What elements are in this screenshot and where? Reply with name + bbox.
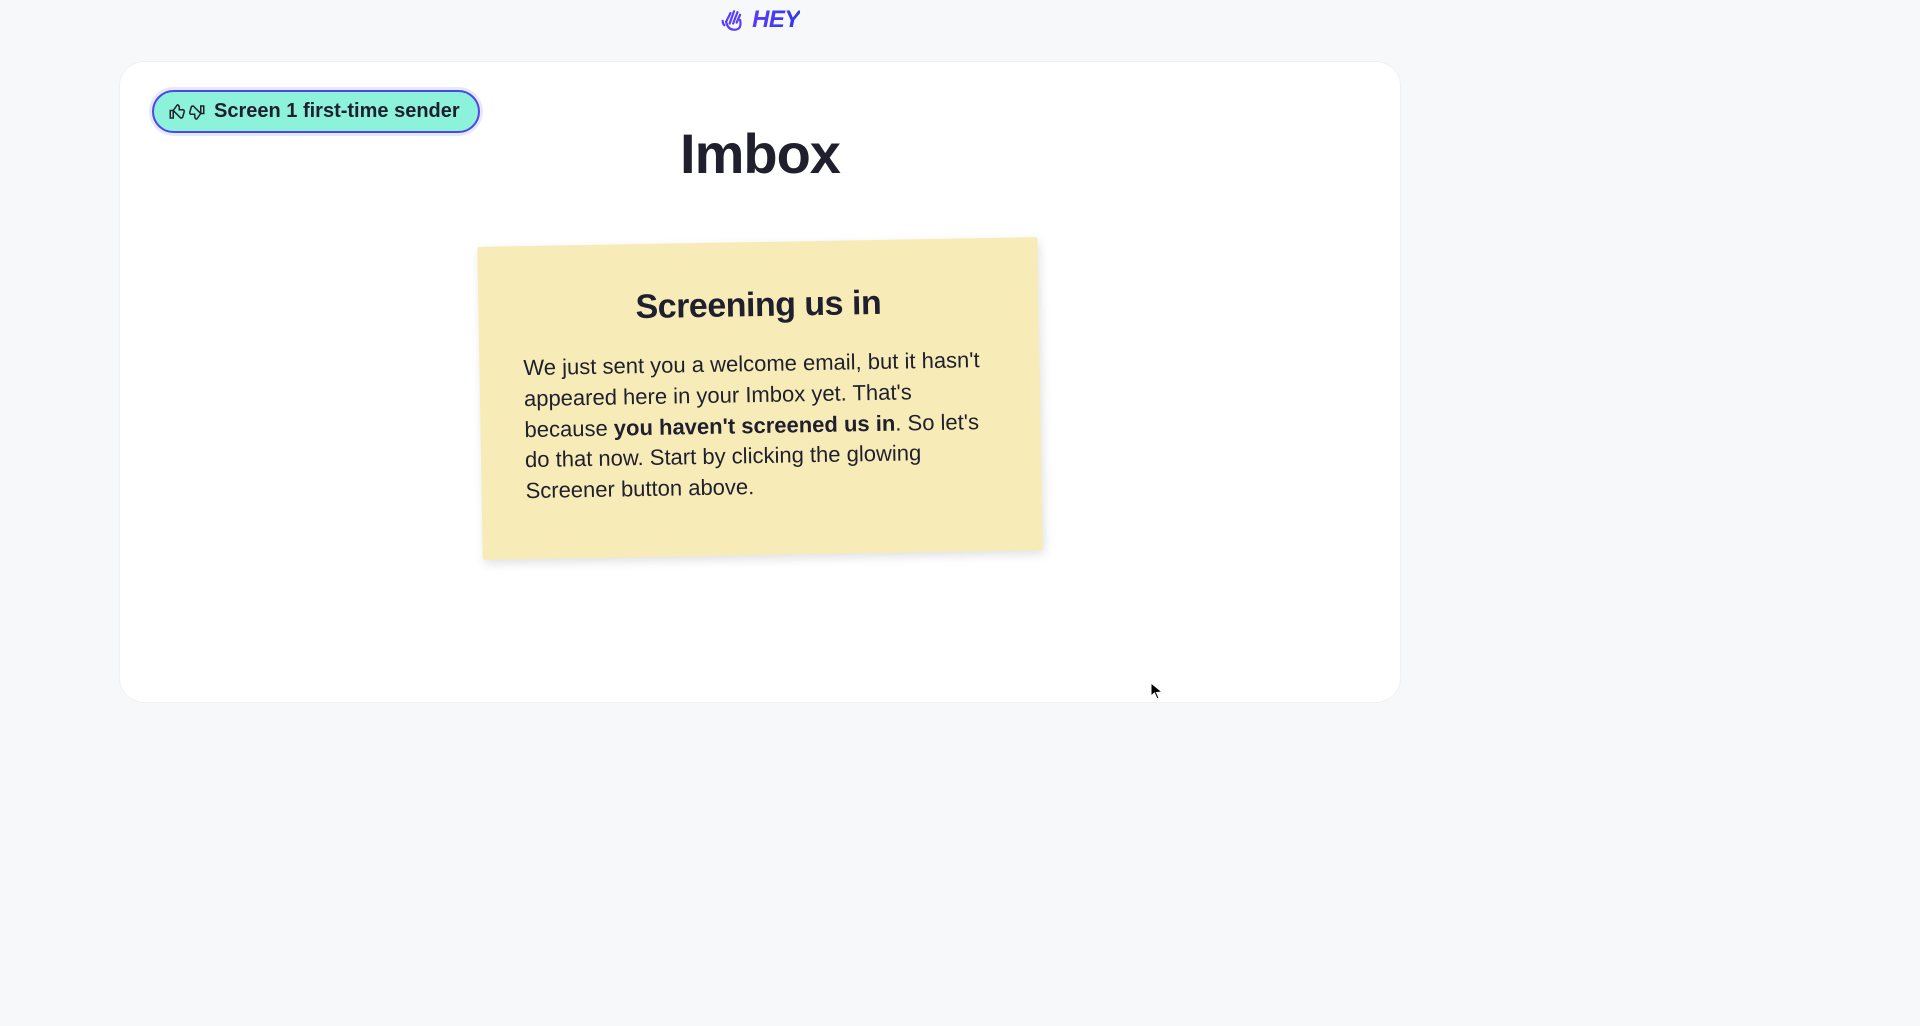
logo-bar: HEY bbox=[0, 0, 1520, 42]
onboarding-note: Screening us in We just sent you a welco… bbox=[477, 237, 1042, 560]
hand-wave-icon bbox=[720, 6, 748, 34]
logo-text: HEY bbox=[752, 6, 800, 34]
thumbs-up-icon bbox=[168, 103, 186, 121]
mouse-cursor-icon bbox=[1150, 682, 1164, 700]
thumbs-icon-group bbox=[168, 103, 206, 121]
imbox-card: Screen 1 first-time sender Imbox Screeni… bbox=[120, 62, 1400, 702]
note-text-bold: you haven't screened us in bbox=[614, 410, 896, 440]
note-title: Screening us in bbox=[522, 282, 995, 329]
hey-logo: HEY bbox=[720, 6, 800, 34]
thumbs-down-icon bbox=[188, 103, 206, 121]
screener-button[interactable]: Screen 1 first-time sender bbox=[152, 90, 480, 133]
screener-label: Screen 1 first-time sender bbox=[214, 100, 460, 123]
note-body: We just sent you a welcome email, but it… bbox=[523, 345, 998, 507]
